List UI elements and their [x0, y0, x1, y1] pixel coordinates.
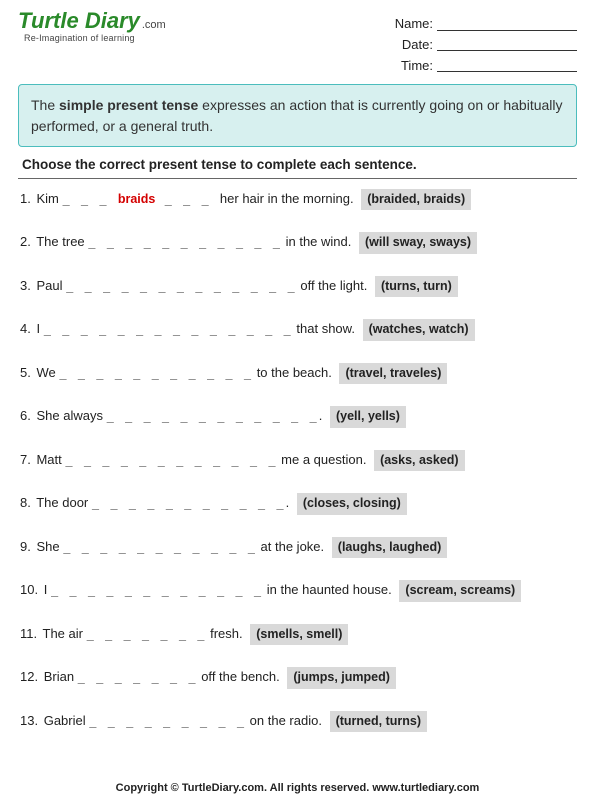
- question-item: 3. Paul _ _ _ _ _ _ _ _ _ _ _ _ _ off th…: [20, 276, 575, 298]
- time-label: Time:: [401, 58, 433, 73]
- date-blank[interactable]: [437, 39, 577, 51]
- question-after: to the beach.: [253, 365, 332, 380]
- question-after: in the wind.: [282, 234, 351, 249]
- divider: [18, 178, 577, 179]
- question-item: 2. The tree _ _ _ _ _ _ _ _ _ _ _ in the…: [20, 232, 575, 254]
- question-after: fresh.: [207, 626, 243, 641]
- answer-options: (smells, smell): [250, 624, 348, 646]
- question-before: The door: [36, 495, 92, 510]
- question-item: 9. She _ _ _ _ _ _ _ _ _ _ _ at the joke…: [20, 537, 575, 559]
- question-number: 13.: [20, 713, 38, 728]
- question-before: She: [36, 539, 63, 554]
- answer-blank[interactable]: _ _ _ _ _ _ _ _ _ _ _ _ _ _: [44, 322, 293, 336]
- question-after: .: [286, 495, 290, 510]
- question-before: Kim: [36, 191, 62, 206]
- answer-blank[interactable]: _ _ _: [155, 192, 220, 206]
- question-before: We: [36, 365, 59, 380]
- question-number: 7.: [20, 452, 31, 467]
- definition-prefix: The: [31, 97, 59, 113]
- question-before: Paul: [36, 278, 66, 293]
- question-before: I: [36, 321, 43, 336]
- question-before: Brian: [44, 669, 78, 684]
- question-number: 2.: [20, 234, 31, 249]
- answer-blank[interactable]: _ _ _ _ _ _ _ _ _ _ _ _: [65, 453, 277, 467]
- question-before: Matt: [36, 452, 65, 467]
- answer-options: (closes, closing): [297, 493, 407, 515]
- question-item: 7. Matt _ _ _ _ _ _ _ _ _ _ _ _ me a que…: [20, 450, 575, 472]
- question-before: The air: [43, 626, 87, 641]
- answer-blank[interactable]: _ _ _ _ _ _ _ _ _ _ _ _: [107, 409, 319, 423]
- definition-box: The simple present tense expresses an ac…: [18, 84, 577, 147]
- question-number: 11.: [20, 626, 37, 641]
- question-item: 5. We _ _ _ _ _ _ _ _ _ _ _ to the beach…: [20, 363, 575, 385]
- question-item: 11. The air _ _ _ _ _ _ _ fresh. (smells…: [20, 624, 575, 646]
- question-after: on the radio.: [246, 713, 322, 728]
- logo-tagline: Re-Imagination of learning: [18, 34, 166, 43]
- question-number: 3.: [20, 278, 31, 293]
- question-after: off the bench.: [198, 669, 280, 684]
- question-number: 9.: [20, 539, 31, 554]
- answer-blank[interactable]: _ _ _: [62, 192, 117, 206]
- answer-options: (asks, asked): [374, 450, 465, 472]
- answer-blank[interactable]: _ _ _ _ _ _ _ _ _ _ _ _ _: [66, 279, 297, 293]
- answer-options: (jumps, jumped): [287, 667, 396, 689]
- answer-blank[interactable]: _ _ _ _ _ _ _ _ _ _ _: [63, 540, 257, 554]
- question-item: 6. She always _ _ _ _ _ _ _ _ _ _ _ _. (…: [20, 406, 575, 428]
- answer-options: (turns, turn): [375, 276, 458, 298]
- question-number: 5.: [20, 365, 31, 380]
- question-item: 13. Gabriel _ _ _ _ _ _ _ _ _ on the rad…: [20, 711, 575, 733]
- question-after: at the joke.: [257, 539, 324, 554]
- question-before: She always: [36, 408, 106, 423]
- answer-options: (laughs, laughed): [332, 537, 447, 559]
- question-before: The tree: [36, 234, 88, 249]
- logo-dotcom: .com: [140, 19, 166, 31]
- question-number: 4.: [20, 321, 31, 336]
- name-label: Name:: [395, 16, 433, 31]
- question-item: 4. I _ _ _ _ _ _ _ _ _ _ _ _ _ _ that sh…: [20, 319, 575, 341]
- answer-options: (will sway, sways): [359, 232, 477, 254]
- answer-blank[interactable]: _ _ _ _ _ _ _: [78, 670, 198, 684]
- question-after: off the light.: [297, 278, 368, 293]
- instruction: Choose the correct present tense to comp…: [22, 157, 573, 172]
- question-item: 10. I _ _ _ _ _ _ _ _ _ _ _ _ in the hau…: [20, 580, 575, 602]
- answer-blank[interactable]: _ _ _ _ _ _ _ _ _ _ _ _: [51, 583, 263, 597]
- question-item: 1. Kim _ _ _ braids _ _ _ her hair in th…: [20, 189, 575, 211]
- example-answer: braids: [118, 192, 156, 206]
- logo: Turtle Diary.com Re-Imagination of learn…: [18, 10, 166, 43]
- answer-blank[interactable]: _ _ _ _ _ _ _ _ _ _ _: [92, 496, 286, 510]
- answer-blank[interactable]: _ _ _ _ _ _ _: [87, 627, 207, 641]
- question-number: 1.: [20, 191, 31, 206]
- question-after: in the haunted house.: [263, 582, 392, 597]
- question-before: Gabriel: [44, 713, 90, 728]
- question-before: I: [44, 582, 51, 597]
- info-fields: Name: Date: Time:: [395, 10, 577, 76]
- question-after: me a question.: [278, 452, 367, 467]
- name-blank[interactable]: [437, 19, 577, 31]
- question-number: 10.: [20, 582, 38, 597]
- answer-options: (braided, braids): [361, 189, 471, 211]
- answer-blank[interactable]: _ _ _ _ _ _ _ _ _ _ _: [88, 235, 282, 249]
- footer: Copyright © TurtleDiary.com. All rights …: [0, 782, 595, 794]
- answer-options: (turned, turns): [330, 711, 427, 733]
- answer-options: (scream, screams): [399, 580, 521, 602]
- question-after: that show.: [293, 321, 355, 336]
- answer-options: (yell, yells): [330, 406, 406, 428]
- question-number: 12.: [20, 669, 38, 684]
- question-after: .: [319, 408, 323, 423]
- questions-list: 1. Kim _ _ _ braids _ _ _ her hair in th…: [18, 189, 577, 733]
- answer-blank[interactable]: _ _ _ _ _ _ _ _ _: [89, 714, 246, 728]
- question-after: her hair in the morning.: [220, 191, 354, 206]
- header: Turtle Diary.com Re-Imagination of learn…: [18, 10, 577, 76]
- answer-options: (travel, traveles): [339, 363, 447, 385]
- question-number: 6.: [20, 408, 31, 423]
- answer-blank[interactable]: _ _ _ _ _ _ _ _ _ _ _: [59, 366, 253, 380]
- time-blank[interactable]: [437, 60, 577, 72]
- answer-options: (watches, watch): [363, 319, 475, 341]
- question-item: 12. Brian _ _ _ _ _ _ _ off the bench. (…: [20, 667, 575, 689]
- question-number: 8.: [20, 495, 31, 510]
- definition-term: simple present tense: [59, 97, 198, 113]
- date-label: Date:: [402, 37, 433, 52]
- logo-main: Turtle Diary: [18, 10, 140, 32]
- question-item: 8. The door _ _ _ _ _ _ _ _ _ _ _. (clos…: [20, 493, 575, 515]
